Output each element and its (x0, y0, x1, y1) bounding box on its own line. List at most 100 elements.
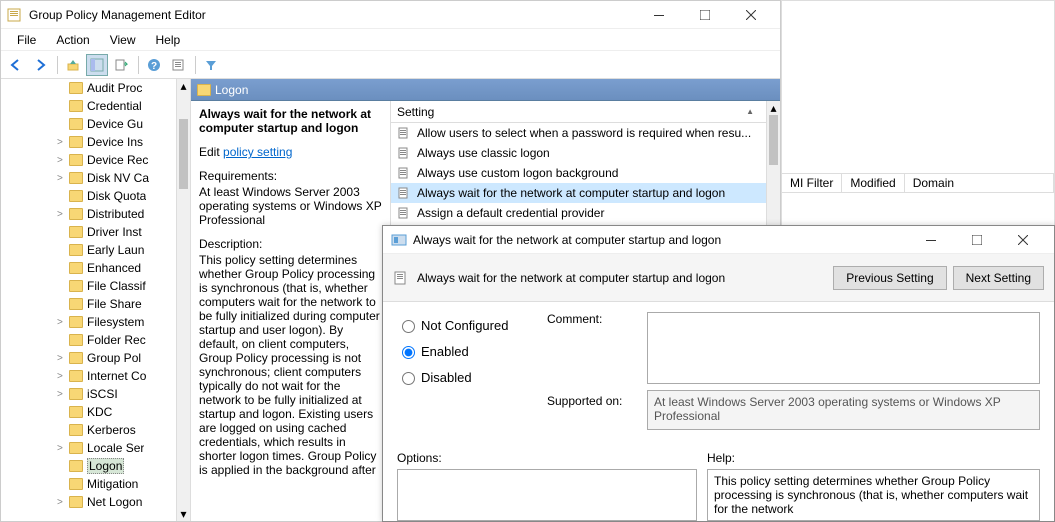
sort-indicator-icon: ▲ (746, 107, 754, 116)
tree-item[interactable]: >Device Rec (1, 151, 176, 169)
scroll-up-icon[interactable]: ▴ (767, 101, 780, 115)
tree-scrollbar[interactable]: ▴ ▾ (176, 79, 190, 521)
comment-textarea[interactable] (647, 312, 1040, 384)
menu-view[interactable]: View (100, 31, 146, 49)
dialog-close-button[interactable] (1000, 226, 1046, 254)
forward-button[interactable] (29, 54, 51, 76)
close-button[interactable] (728, 1, 774, 29)
properties-button[interactable] (167, 54, 189, 76)
tree-item[interactable]: Device Gu (1, 115, 176, 133)
col-domain[interactable]: Domain (905, 174, 1054, 192)
next-setting-button[interactable]: Next Setting (953, 266, 1044, 290)
previous-setting-button[interactable]: Previous Setting (833, 266, 946, 290)
tree-item[interactable]: Logon (1, 457, 176, 475)
comment-label: Comment: (547, 312, 637, 326)
tree-item[interactable]: > Locale Ser (1, 439, 176, 457)
tree-item[interactable]: File Classif (1, 277, 176, 295)
setting-row[interactable]: Always use custom logon background (391, 163, 780, 183)
options-box[interactable] (397, 469, 697, 521)
setting-label: Always use classic logon (417, 146, 550, 160)
tree-item[interactable]: Audit Proc (1, 79, 176, 97)
expander-icon[interactable]: > (57, 371, 69, 382)
radio-disabled[interactable]: Disabled (397, 364, 537, 390)
setting-row[interactable]: Always wait for the network at computer … (391, 183, 780, 203)
setting-row[interactable]: Always use classic logon (391, 143, 780, 163)
tree-item[interactable]: >Disk NV Ca (1, 169, 176, 187)
expander-icon[interactable]: > (57, 317, 69, 328)
col-modified[interactable]: Modified (842, 174, 904, 192)
scroll-down-icon[interactable]: ▾ (177, 507, 190, 521)
expander-icon[interactable]: > (57, 353, 69, 364)
filter-button[interactable] (200, 54, 222, 76)
radio-enabled[interactable]: Enabled (397, 338, 537, 364)
tree-item[interactable]: Folder Rec (1, 331, 176, 349)
supported-on-label: Supported on: (547, 390, 637, 408)
tree-item[interactable]: Kerberos (1, 421, 176, 439)
menu-help[interactable]: Help (146, 31, 191, 49)
tree-item[interactable]: >iSCSI (1, 385, 176, 403)
tree-item[interactable]: Early Laun (1, 241, 176, 259)
expander-icon[interactable]: > (57, 137, 69, 148)
tree-item[interactable]: Driver Inst (1, 223, 176, 241)
expander-icon[interactable]: > (57, 389, 69, 400)
expander-icon[interactable]: > (57, 209, 69, 220)
expander-icon[interactable]: > (57, 155, 69, 166)
folder-icon (69, 370, 83, 382)
tree-item[interactable]: Disk Quota (1, 187, 176, 205)
scroll-thumb[interactable] (769, 115, 778, 165)
window-title: Group Policy Management Editor (29, 8, 636, 22)
expander-icon[interactable]: > (57, 497, 69, 508)
edit-policy-link[interactable]: policy setting (223, 145, 292, 159)
dialog-maximize-button[interactable] (954, 226, 1000, 254)
setting-row[interactable]: Assign a default credential provider (391, 203, 780, 223)
tree-item[interactable]: >Net Logon (1, 493, 176, 511)
tree-item[interactable]: >Group Pol (1, 349, 176, 367)
policy-dialog: Always wait for the network at computer … (382, 225, 1055, 522)
minimize-button[interactable] (636, 1, 682, 29)
description-pane: Always wait for the network at computer … (191, 101, 391, 521)
scroll-up-icon[interactable]: ▴ (177, 79, 190, 93)
dialog-icon (391, 232, 407, 248)
show-tree-button[interactable] (86, 54, 108, 76)
setting-label: Allow users to select when a password is… (417, 126, 751, 140)
dialog-nav: Always wait for the network at computer … (383, 254, 1054, 302)
expander-icon[interactable]: > (57, 173, 69, 184)
up-button[interactable] (62, 54, 84, 76)
expander-icon[interactable]: > (57, 443, 69, 454)
menu-action[interactable]: Action (46, 31, 99, 49)
col-mifilter[interactable]: MI Filter (782, 174, 842, 192)
menu-file[interactable]: File (7, 31, 46, 49)
back-button[interactable] (5, 54, 27, 76)
toolbar: ? (1, 51, 780, 79)
tree-item[interactable]: >Device Ins (1, 133, 176, 151)
titlebar: Group Policy Management Editor (1, 1, 780, 29)
tree-item[interactable]: >Internet Co (1, 367, 176, 385)
requirements-text: At least Windows Server 2003 operating s… (199, 185, 382, 227)
tree-item[interactable]: Enhanced (1, 259, 176, 277)
maximize-button[interactable] (682, 1, 728, 29)
setting-title: Always wait for the network at computer … (199, 107, 382, 135)
tree-item[interactable]: Mitigation (1, 475, 176, 493)
menubar: File Action View Help (1, 29, 780, 51)
tree-item[interactable]: KDC (1, 403, 176, 421)
app-icon (7, 7, 23, 23)
dialog-title: Always wait for the network at computer … (413, 233, 908, 247)
scroll-thumb[interactable] (179, 119, 188, 189)
list-header-setting[interactable]: Setting ▲ (391, 101, 780, 123)
radio-not-configured[interactable]: Not Configured (397, 312, 537, 338)
tree-item-label: Audit Proc (87, 81, 142, 95)
tree-item[interactable]: >Distributed (1, 205, 176, 223)
folder-icon (69, 388, 83, 400)
export-button[interactable] (110, 54, 132, 76)
tree-item[interactable]: Credential (1, 97, 176, 115)
folder-icon (69, 208, 83, 220)
tree-item[interactable]: File Share (1, 295, 176, 313)
setting-row[interactable]: Allow users to select when a password is… (391, 123, 780, 143)
dialog-minimize-button[interactable] (908, 226, 954, 254)
help-button[interactable]: ? (143, 54, 165, 76)
folder-icon (69, 352, 83, 364)
folder-icon (69, 154, 83, 166)
tree-item-label: Locale Ser (87, 441, 144, 455)
folder-icon (69, 118, 83, 130)
tree-item[interactable]: >Filesystem (1, 313, 176, 331)
